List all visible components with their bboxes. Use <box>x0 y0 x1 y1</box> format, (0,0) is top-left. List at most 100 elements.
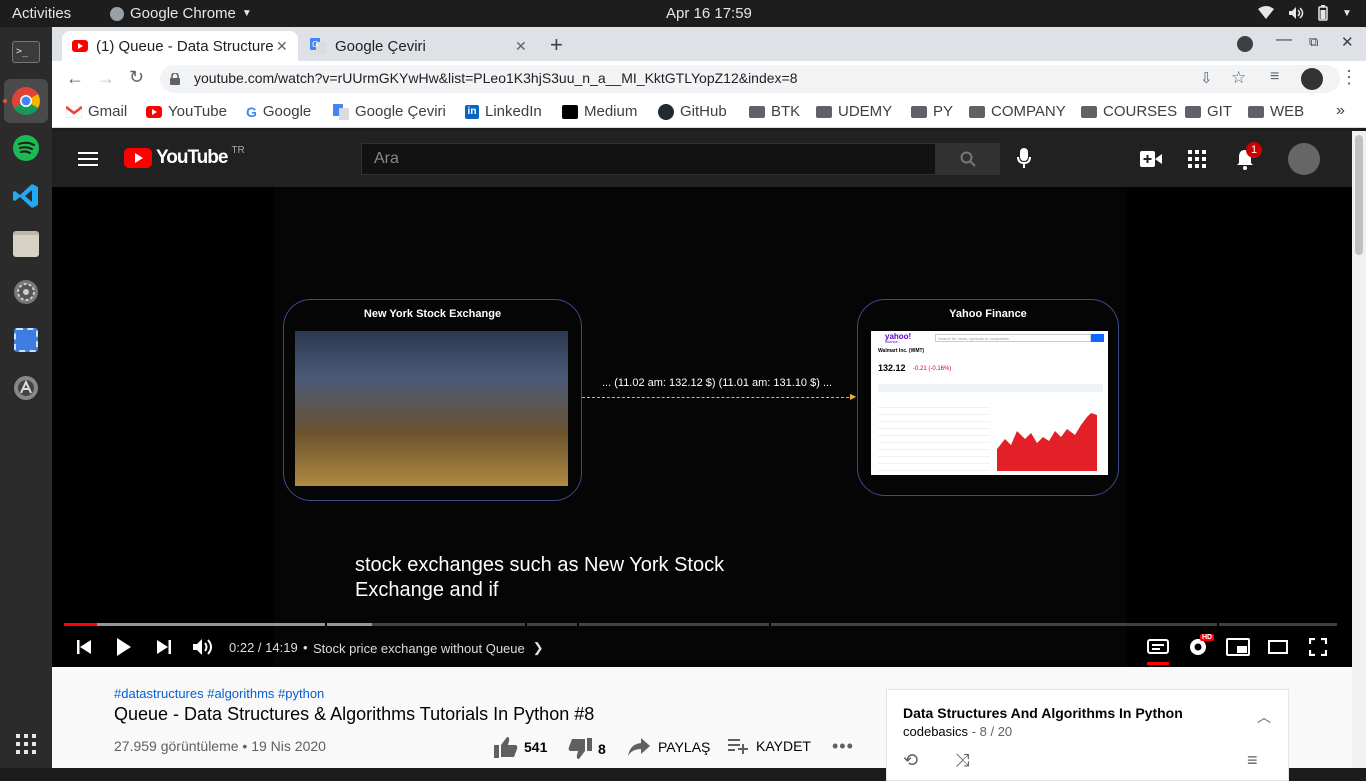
close-window-icon[interactable]: ✕ <box>1341 33 1354 51</box>
video-player[interactable]: New York Stock Exchange ... (11.02 am: 1… <box>52 187 1352 667</box>
media-control-icon[interactable]: ≡ <box>1270 68 1279 86</box>
chrome-menu-icon[interactable]: ⋮ <box>1340 67 1358 88</box>
folder-icon <box>1081 105 1097 118</box>
app-menu[interactable]: Google Chrome ▼ <box>110 5 252 22</box>
wifi-icon <box>1258 6 1274 19</box>
previous-icon[interactable] <box>76 639 92 655</box>
create-video-icon[interactable] <box>1140 151 1162 167</box>
miniplayer-icon[interactable] <box>1226 638 1250 656</box>
tab-search-icon[interactable] <box>1237 36 1253 52</box>
logo-text: YouTube <box>156 147 228 168</box>
more-bookmarks-button[interactable]: » <box>1336 102 1345 120</box>
bookmark-google-translate[interactable]: Google Çeviri <box>333 103 446 120</box>
next-icon[interactable] <box>156 639 172 655</box>
bookmark-medium[interactable]: Medium <box>562 103 637 120</box>
search-input[interactable]: Ara <box>361 143 936 175</box>
volume-icon <box>1289 7 1304 19</box>
dock-software[interactable] <box>9 371 43 405</box>
playlist-channel[interactable]: codebasics <box>903 724 968 739</box>
apps-grid-icon[interactable] <box>1188 150 1206 168</box>
hashtags-link[interactable]: #datastructures #algorithms #python <box>114 686 324 701</box>
share-button[interactable]: PAYLAŞ <box>628 738 710 756</box>
bookmark-label: BTK <box>771 103 801 120</box>
data-stream-arrow <box>582 397 854 398</box>
bookmark-folder-git[interactable]: GIT <box>1185 103 1232 120</box>
chapter-title: Stock price exchange without Queue <box>313 640 525 656</box>
caption-line: stock exchanges such as New York Stock <box>355 554 725 576</box>
dock-screenshot[interactable] <box>9 323 43 357</box>
yahoo-tabs <box>878 384 1103 392</box>
collapse-playlist-icon[interactable]: ︿ <box>1257 707 1271 727</box>
bookmark-gmail[interactable]: Gmail <box>66 103 127 120</box>
search-placeholder: Ara <box>374 150 399 167</box>
like-button[interactable]: 541 <box>494 736 547 758</box>
bookmark-label: GIT <box>1207 103 1232 120</box>
hamburger-menu-icon[interactable] <box>78 152 98 166</box>
bookmark-folder-btk[interactable]: BTK <box>749 103 800 120</box>
address-bar[interactable]: youtube.com/watch?v=rUUrmGKYwHw&list=PLe… <box>160 65 1340 93</box>
system-tray[interactable]: ▼ <box>1258 5 1352 21</box>
play-icon[interactable] <box>116 637 132 657</box>
bookmark-label: COURSES <box>1103 103 1178 120</box>
dock-files[interactable] <box>9 227 43 261</box>
video-details-area: #datastructures #algorithms #python Queu… <box>52 667 1352 781</box>
bookmark-youtube[interactable]: YouTube <box>146 103 227 120</box>
bookmark-folder-courses[interactable]: COURSES <box>1081 103 1177 120</box>
dock-vscode[interactable] <box>9 179 43 213</box>
forward-button[interactable]: → <box>97 68 115 89</box>
theater-mode-icon[interactable] <box>1268 640 1288 654</box>
dock-terminal[interactable]: >_ <box>9 35 43 69</box>
bookmark-folder-py[interactable]: PY <box>911 103 953 120</box>
dislike-button[interactable]: 8 <box>568 738 606 760</box>
scrollbar-thumb[interactable] <box>1355 135 1363 255</box>
reload-button[interactable]: ↻ <box>129 67 144 88</box>
bookmark-folder-udemy[interactable]: UDEMY <box>816 103 892 120</box>
restore-icon[interactable]: ⧉ <box>1309 34 1318 50</box>
youtube-logo[interactable]: YouTube TR <box>124 145 245 169</box>
close-tab-icon[interactable]: ✕ <box>276 38 288 55</box>
close-tab-icon[interactable]: ✕ <box>515 38 527 55</box>
chapter-marker <box>525 623 527 626</box>
tab-youtube[interactable]: (1) Queue - Data Structure ✕ <box>62 31 298 61</box>
page-scrollbar[interactable] <box>1352 131 1366 768</box>
chapter-title-button[interactable]: Stock price exchange without Queue ❯ <box>313 640 544 656</box>
nyse-title: New York Stock Exchange <box>363 308 502 320</box>
profile-avatar[interactable] <box>1301 68 1323 90</box>
volume-icon[interactable] <box>192 637 214 657</box>
dock-chrome[interactable] <box>4 79 48 123</box>
dock-settings[interactable] <box>9 275 43 309</box>
data-stream-label: ... (11.02 am: 132.12 $) (11.01 am: 131.… <box>602 377 833 389</box>
bookmark-google[interactable]: G Google <box>246 103 311 120</box>
microphone-icon[interactable] <box>1017 148 1031 170</box>
progress-bar[interactable] <box>64 623 1337 626</box>
bookmark-star-icon[interactable]: ☆ <box>1231 68 1246 88</box>
save-button[interactable]: KAYDET <box>728 738 811 754</box>
bookmark-folder-web[interactable]: WEB <box>1248 103 1304 120</box>
install-app-icon[interactable]: ⇩ <box>1200 69 1213 87</box>
bookmark-folder-company[interactable]: COMPANY <box>969 103 1066 120</box>
settings-button[interactable]: HD <box>1188 634 1215 662</box>
search-button[interactable] <box>936 143 1000 175</box>
fullscreen-icon[interactable] <box>1309 638 1327 656</box>
minimize-icon[interactable]: — <box>1276 31 1292 49</box>
chapter-separator: • <box>303 640 308 655</box>
tab-google-translate[interactable]: G Google Çeviri ✕ <box>300 31 536 61</box>
bookmark-github[interactable]: GitHub <box>658 103 727 120</box>
back-button[interactable]: ← <box>66 68 84 89</box>
bookmark-label: PY <box>933 103 954 120</box>
account-avatar[interactable] <box>1288 143 1320 175</box>
activities-button[interactable]: Activities <box>12 5 71 22</box>
playlist-title[interactable]: Data Structures And Algorithms In Python <box>903 705 1183 721</box>
bookmark-linkedin[interactable]: in LinkedIn <box>465 103 542 120</box>
like-count: 541 <box>524 739 548 755</box>
clock[interactable]: Apr 16 17:59 <box>666 5 752 22</box>
thumbs-down-icon <box>568 738 592 759</box>
new-tab-button[interactable]: + <box>550 32 563 58</box>
translate-icon <box>333 103 349 120</box>
dock-show-apps[interactable] <box>9 727 43 761</box>
notifications-button[interactable]: 1 <box>1236 142 1262 175</box>
bookmark-label: WEB <box>1270 103 1305 120</box>
more-actions-icon[interactable]: ••• <box>832 736 854 757</box>
dock-spotify[interactable] <box>9 131 43 165</box>
subtitles-button[interactable] <box>1147 639 1169 665</box>
